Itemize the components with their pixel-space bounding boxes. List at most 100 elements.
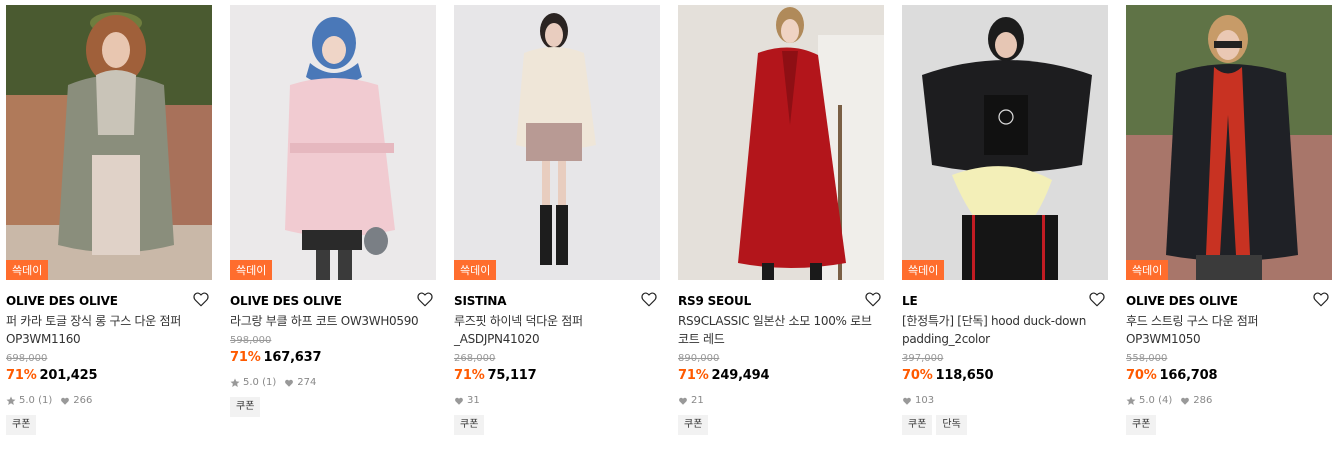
sale-price: 166,708 — [1159, 368, 1218, 383]
tag-list: 쿠폰 단독 — [902, 415, 1108, 435]
tag-list: 쿠폰 — [454, 415, 660, 435]
tag-list: 쿠폰 — [6, 415, 212, 435]
product-stats: 5.0 (1) 274 — [230, 376, 436, 390]
product-name[interactable]: 라그랑 부클 하프 코트 OW3WH0590 — [230, 312, 436, 330]
brand-name[interactable]: OLIVE DES OLIVE — [230, 293, 436, 309]
star-icon — [6, 396, 16, 406]
star-icon — [230, 378, 240, 388]
original-price: 268,000 — [454, 353, 496, 364]
original-price: 397,000 — [902, 353, 944, 364]
heart-filled-icon — [902, 396, 912, 406]
product-name[interactable]: 후드 스트링 구스 다운 점퍼 OP3WM1050 — [1126, 312, 1332, 348]
discount-rate: 70% — [902, 368, 933, 383]
star-icon — [1126, 396, 1136, 406]
wishlist-heart-icon[interactable] — [192, 290, 210, 308]
discount-rate: 71% — [454, 368, 485, 383]
coupon-tag: 쿠폰 — [1126, 415, 1157, 435]
product-card[interactable]: 쓱데이 OLIVE DES OLIVE 라그랑 부클 하프 코트 OW3WH05… — [230, 5, 436, 417]
wishlist-heart-icon[interactable] — [1312, 290, 1330, 308]
heart-filled-icon — [284, 378, 294, 388]
event-badge: 쓱데이 — [1126, 260, 1169, 280]
price-row: 70% 118,650 — [902, 367, 1108, 385]
wishlist-heart-icon[interactable] — [1088, 290, 1106, 308]
discount-rate: 71% — [6, 368, 37, 383]
coupon-tag: 쿠폰 — [454, 415, 485, 435]
sale-price: 75,117 — [487, 368, 537, 383]
heart-filled-icon — [454, 396, 464, 406]
discount-rate: 71% — [678, 368, 709, 383]
rating-count: (1) — [38, 395, 53, 406]
wishlist-heart-icon[interactable] — [640, 290, 658, 308]
product-grid: 쓱데이 OLIVE DES OLIVE 퍼 카라 토글 장식 롱 구스 다운 점… — [0, 0, 1344, 467]
rating-value: 5.0 — [243, 377, 259, 388]
discount-rate: 71% — [230, 350, 261, 365]
product-card[interactable]: 쓱데이 SISTINA 루즈핏 하이넥 덕다운 점퍼 _ASDJPN41020 … — [454, 5, 660, 435]
heart-filled-icon — [60, 396, 70, 406]
brand-name[interactable]: SISTINA — [454, 293, 660, 309]
original-price: 558,000 — [1126, 353, 1168, 364]
coupon-tag: 쿠폰 — [6, 415, 37, 435]
original-price: 598,000 — [230, 335, 272, 346]
rating-value: 5.0 — [19, 395, 35, 406]
sale-price: 201,425 — [39, 368, 98, 383]
product-card[interactable]: 쓱데이 OLIVE DES OLIVE 후드 스트링 구스 다운 점퍼 OP3W… — [1126, 5, 1332, 435]
sale-price: 167,637 — [263, 350, 322, 365]
original-price: 698,000 — [6, 353, 48, 364]
like-count: 274 — [297, 377, 317, 388]
event-badge: 쓱데이 — [454, 260, 497, 280]
event-badge: 쓱데이 — [230, 260, 273, 280]
brand-name[interactable]: OLIVE DES OLIVE — [1126, 293, 1332, 309]
brand-name[interactable]: OLIVE DES OLIVE — [6, 293, 212, 309]
coupon-tag: 쿠폰 — [902, 415, 933, 435]
event-badge: 쓱데이 — [902, 260, 945, 280]
product-name[interactable]: [한정특가] [단독] hood duck-down padding_2colo… — [902, 312, 1108, 348]
price-row: 71% 75,117 — [454, 367, 660, 385]
product-image[interactable]: 쓱데이 — [230, 5, 436, 280]
wishlist-heart-icon[interactable] — [416, 290, 434, 308]
event-badge: 쓱데이 — [6, 260, 49, 280]
brand-name[interactable]: RS9 SEOUL — [678, 293, 884, 309]
price-row: 70% 166,708 — [1126, 367, 1332, 385]
product-card[interactable]: 쓱데이 LE [한정특가] [단독] hood duck-down paddin… — [902, 5, 1108, 435]
product-image[interactable]: 쓱데이 — [6, 5, 212, 280]
product-stats: 31 — [454, 394, 660, 408]
product-image[interactable]: 쓱데이 — [454, 5, 660, 280]
product-image[interactable] — [678, 5, 884, 280]
discount-rate: 70% — [1126, 368, 1157, 383]
rating-count: (4) — [1158, 395, 1173, 406]
sale-price: 249,494 — [711, 368, 770, 383]
rating-value: 5.0 — [1139, 395, 1155, 406]
original-price: 890,000 — [678, 353, 720, 364]
brand-name[interactable]: LE — [902, 293, 1108, 309]
like-count: 103 — [915, 395, 935, 406]
like-count: 266 — [73, 395, 93, 406]
exclusive-tag: 단독 — [936, 415, 967, 435]
product-stats: 21 — [678, 394, 884, 408]
rating-count: (1) — [262, 377, 277, 388]
like-count: 31 — [467, 395, 480, 406]
heart-filled-icon — [678, 396, 688, 406]
product-name[interactable]: 루즈핏 하이넥 덕다운 점퍼 _ASDJPN41020 — [454, 312, 660, 348]
tag-list: 쿠폰 — [1126, 415, 1332, 435]
coupon-tag: 쿠폰 — [230, 397, 261, 417]
product-card[interactable]: 쓱데이 OLIVE DES OLIVE 퍼 카라 토글 장식 롱 구스 다운 점… — [6, 5, 212, 435]
tag-list: 쿠폰 — [230, 397, 436, 417]
price-row: 71% 201,425 — [6, 367, 212, 385]
product-stats: 103 — [902, 394, 1108, 408]
product-stats: 5.0 (1) 266 — [6, 394, 212, 408]
product-image[interactable]: 쓱데이 — [902, 5, 1108, 280]
product-name[interactable]: RS9CLASSIC 일본산 소모 100% 로브 코트 레드 — [678, 312, 884, 348]
price-row: 71% 249,494 — [678, 367, 884, 385]
tag-list: 쿠폰 — [678, 415, 884, 435]
sale-price: 118,650 — [935, 368, 994, 383]
like-count: 286 — [1193, 395, 1213, 406]
product-image[interactable]: 쓱데이 — [1126, 5, 1332, 280]
product-card[interactable]: RS9 SEOUL RS9CLASSIC 일본산 소모 100% 로브 코트 레… — [678, 5, 884, 435]
wishlist-heart-icon[interactable] — [864, 290, 882, 308]
like-count: 21 — [691, 395, 704, 406]
coupon-tag: 쿠폰 — [678, 415, 709, 435]
heart-filled-icon — [1180, 396, 1190, 406]
price-row: 71% 167,637 — [230, 349, 436, 367]
product-name[interactable]: 퍼 카라 토글 장식 롱 구스 다운 점퍼 OP3WM1160 — [6, 312, 212, 348]
product-stats: 5.0 (4) 286 — [1126, 394, 1332, 408]
